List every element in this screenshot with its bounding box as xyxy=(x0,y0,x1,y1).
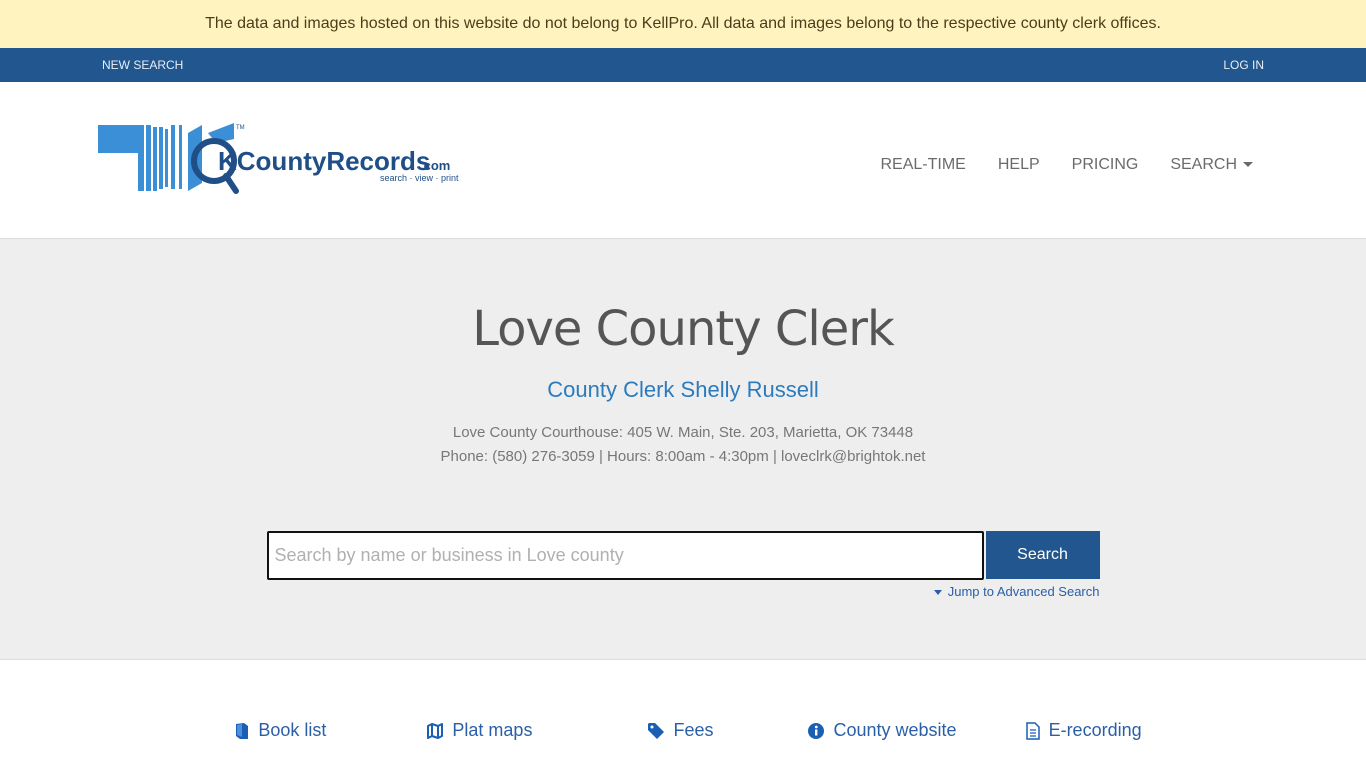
svg-text:.com: .com xyxy=(420,158,450,173)
book-list-label: Book list xyxy=(258,720,327,740)
logo-graphic-icon: KCountyRecords .com search · view · prin… xyxy=(98,122,459,194)
site-logo[interactable]: KCountyRecords .com search · view · prin… xyxy=(98,122,463,198)
svg-text:search · view · print: search · view · print xyxy=(380,173,459,183)
nav-search-dropdown[interactable]: SEARCH xyxy=(1170,156,1253,174)
advanced-search-row: Jump to Advanced Search xyxy=(267,584,1100,599)
disclaimer-text: The data and images hosted on this websi… xyxy=(205,15,1161,32)
search-button[interactable]: Search xyxy=(985,531,1100,579)
tag-icon xyxy=(648,722,665,739)
book-icon xyxy=(236,722,249,739)
county-hero: Love County Clerk County Clerk Shelly Ru… xyxy=(0,239,1366,660)
e-recording-label: E-recording xyxy=(1048,720,1142,740)
info-icon xyxy=(808,722,825,739)
fees-link[interactable]: Fees xyxy=(647,720,713,741)
advanced-search-label: Jump to Advanced Search xyxy=(947,584,1100,599)
login-link[interactable]: LOG IN xyxy=(1223,58,1264,72)
search-form: Search xyxy=(0,531,1366,580)
nav-search-label: SEARCH xyxy=(1170,156,1237,173)
caret-down-icon xyxy=(1243,162,1253,168)
document-icon xyxy=(1025,721,1040,740)
svg-text:KCountyRecords: KCountyRecords xyxy=(218,146,430,176)
county-website-label: County website xyxy=(833,720,957,740)
search-input[interactable] xyxy=(266,531,984,580)
county-info: Love County Courthouse: 405 W. Main, Ste… xyxy=(0,421,1366,469)
nav-pricing[interactable]: PRICING xyxy=(1072,156,1139,174)
svg-text:TM: TM xyxy=(236,125,245,131)
nav-real-time[interactable]: REAL-TIME xyxy=(881,156,966,174)
site-header: KCountyRecords .com search · view · prin… xyxy=(0,82,1366,239)
new-search-link[interactable]: NEW SEARCH xyxy=(102,58,183,72)
map-icon xyxy=(427,722,444,739)
nav-help[interactable]: HELP xyxy=(998,156,1040,174)
advanced-search-link[interactable]: Jump to Advanced Search xyxy=(933,584,1100,599)
plat-maps-link[interactable]: Plat maps xyxy=(426,720,532,741)
contact-line: Phone: (580) 276-3059 | Hours: 8:00am - … xyxy=(440,448,926,465)
main-nav: REAL-TIME HELP PRICING SEARCH xyxy=(881,156,1253,174)
county-website-link[interactable]: County website xyxy=(807,720,957,741)
address-line: Love County Courthouse: 405 W. Main, Ste… xyxy=(452,424,914,441)
top-bar: NEW SEARCH LOG IN xyxy=(0,48,1366,82)
fees-label: Fees xyxy=(673,720,714,740)
e-recording-link[interactable]: E-recording xyxy=(1025,720,1142,741)
clerk-name: County Clerk Shelly Russell xyxy=(547,377,819,402)
caret-down-icon xyxy=(933,590,942,596)
disclaimer-banner: The data and images hosted on this websi… xyxy=(0,0,1366,48)
county-links: Book list Plat maps Fees County website … xyxy=(0,660,1366,741)
plat-maps-label: Plat maps xyxy=(452,720,533,740)
book-list-link[interactable]: Book list xyxy=(234,720,326,741)
page-title: Love County Clerk xyxy=(472,301,895,357)
